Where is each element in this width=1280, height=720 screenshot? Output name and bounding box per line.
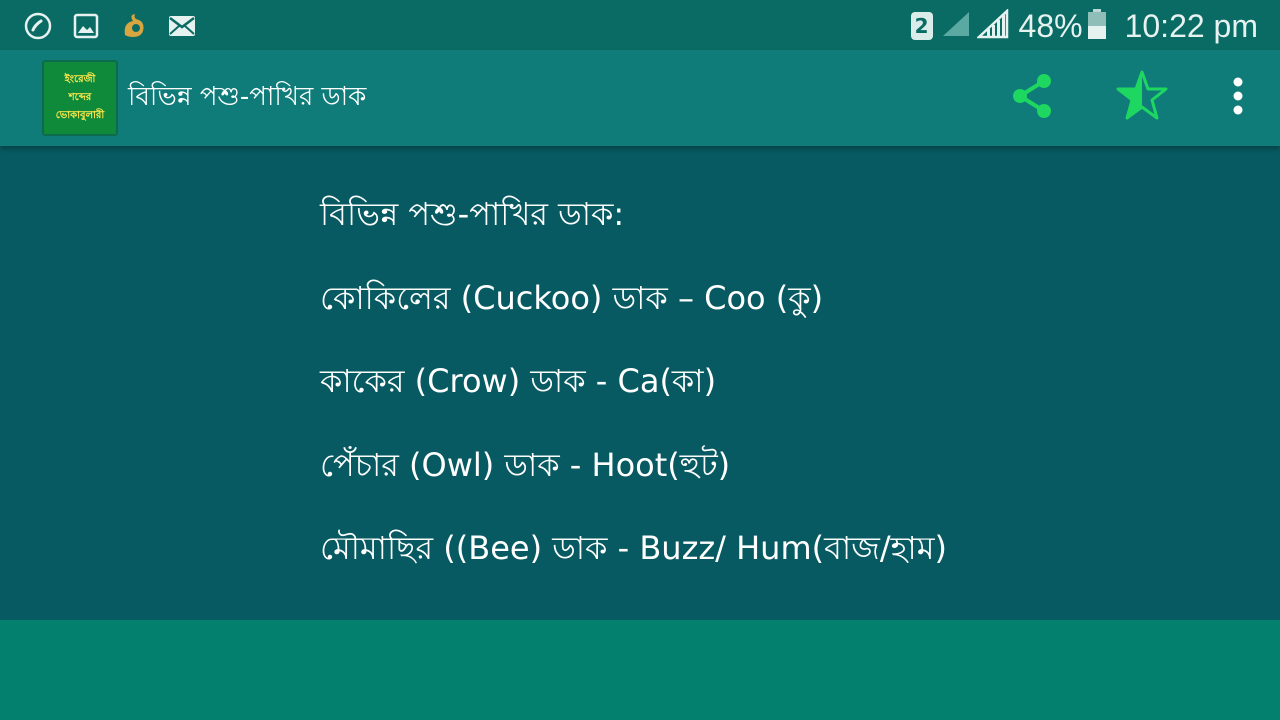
content-line: কাকের (Crow) ডাক - Ca(কা) [320, 362, 717, 400]
status-bar: 2 48% 10:22 pm [0, 0, 1280, 50]
battery-icon [1087, 8, 1107, 44]
logo-line: ভোকাবুলারী [55, 110, 105, 121]
cell-signal-icon [941, 10, 971, 42]
sim-slot-badge: 2 [910, 12, 933, 40]
overflow-menu-button[interactable] [1212, 72, 1264, 124]
bottom-area [0, 620, 1280, 720]
page-title: বিভিন্ন পশু-পাখির ডাক [128, 82, 367, 112]
clock: 10:22 pm [1124, 7, 1258, 44]
content-panel: বিভিন্ন পশু-পাখির ডাক: কোকিলের (Cuckoo) … [0, 146, 1280, 620]
logo-line: ইংরেজী [64, 74, 96, 85]
app-logo[interactable]: ইংরেজী শব্দের ভোকাবুলারী [42, 60, 118, 136]
gallery-icon [70, 10, 102, 42]
content-line: কোকিলের (Cuckoo) ডাক – Coo (কু) [320, 278, 824, 317]
star-half-icon [1115, 70, 1169, 126]
mail-icon [166, 10, 198, 42]
phone-call-icon [22, 10, 54, 42]
share-button[interactable] [1006, 72, 1058, 124]
system-indicators: 2 48% 10:22 pm [910, 6, 1258, 46]
content-heading: বিভিন্ন পশু-পাখির ডাক: [320, 195, 625, 233]
logo-line: শব্দের [68, 92, 92, 103]
content-text: বিভিন্ন পশু-পাখির ডাক: কোকিলের (Cuckoo) … [320, 192, 947, 610]
content-line: পেঁচার (Owl) ডাক - Hoot(হুট) [320, 445, 731, 484]
more-vert-icon [1232, 76, 1244, 120]
share-icon [1008, 71, 1056, 125]
content-line: মৌমাছির ((Bee) ডাক - Buzz/ Hum(বাজ/হাম) [320, 529, 947, 567]
battery-percent: 48% [1018, 7, 1083, 44]
uc-browser-icon [118, 10, 150, 42]
notification-icons [22, 10, 214, 42]
favorite-button[interactable] [1115, 70, 1169, 126]
app-bar: ইংরেজী শব্দের ভোকাবুলারী বিভিন্ন পশু-পাখ… [0, 50, 1280, 146]
cell-signal-icon-2 [975, 8, 1009, 43]
